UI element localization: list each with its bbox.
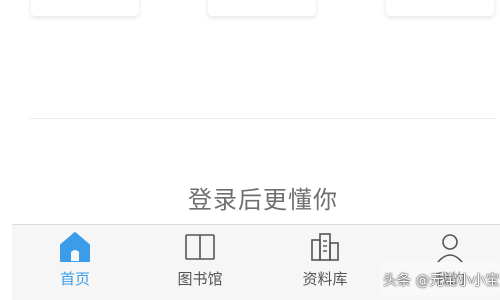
tab-library[interactable]: 图书馆	[145, 225, 255, 299]
tab-home[interactable]: 首页	[20, 225, 130, 299]
building-icon	[309, 231, 341, 263]
feature-card[interactable]	[386, 0, 494, 16]
watermark: 头条 @元宝小小宝	[383, 273, 500, 289]
person-icon	[434, 231, 466, 263]
app-screen: 登录后更懂你 首页 图书馆 资料库 我的 头条 @元宝小小宝	[0, 0, 500, 300]
section-divider	[30, 118, 496, 119]
feature-card[interactable]	[208, 0, 316, 16]
tab-home-label: 首页	[59, 270, 90, 288]
tab-library-label: 图书馆	[177, 270, 223, 288]
book-icon	[184, 231, 216, 263]
feature-card[interactable]	[31, 0, 139, 16]
login-hint[interactable]: 登录后更懂你	[0, 180, 500, 215]
tab-docs[interactable]: 资料库	[270, 225, 380, 299]
tab-docs-label: 资料库	[302, 270, 348, 288]
home-icon	[59, 231, 91, 263]
